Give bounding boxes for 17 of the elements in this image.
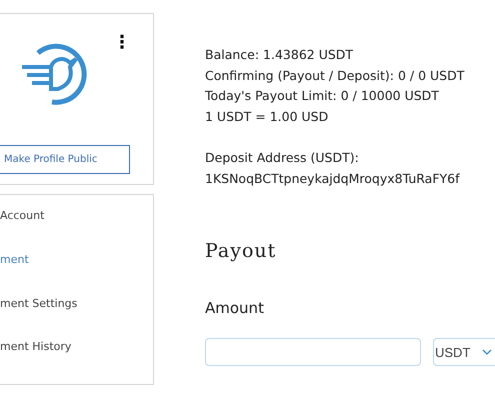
deposit-label: Deposit Address (USDT): — [205, 149, 360, 167]
info-text: Today's Payout Limit: 0 / 10000 USDT — [205, 87, 440, 105]
deposit-address: 1KSNoqBCTtpneykajdqMroqyx8TuRaFY6f — [205, 170, 461, 188]
info-text: Balance: 1.43862 USDT — [205, 46, 354, 64]
make-profile-public-button[interactable]: Make Profile Public — [0, 145, 130, 174]
payout-heading: Payout — [205, 240, 278, 262]
amount-label: Amount — [205, 299, 265, 317]
nav-item[interactable]: ment History — [0, 340, 153, 384]
nav-item[interactable]: ment Settings — [0, 296, 153, 340]
nav-item[interactable]: Account — [0, 209, 153, 253]
amount-field[interactable] — [205, 338, 421, 366]
info-text: 1 USDT = 1.00 USD — [205, 108, 330, 126]
currency-select[interactable]: USDT — [433, 338, 495, 366]
nav-item[interactable]: ment — [0, 252, 153, 296]
info-text: Confirming (Payout / Deposit): 0 / 0 USDT — [205, 66, 466, 85]
menu-icon[interactable]: ⋮ — [113, 34, 131, 52]
chevron-icon — [482, 349, 492, 355]
